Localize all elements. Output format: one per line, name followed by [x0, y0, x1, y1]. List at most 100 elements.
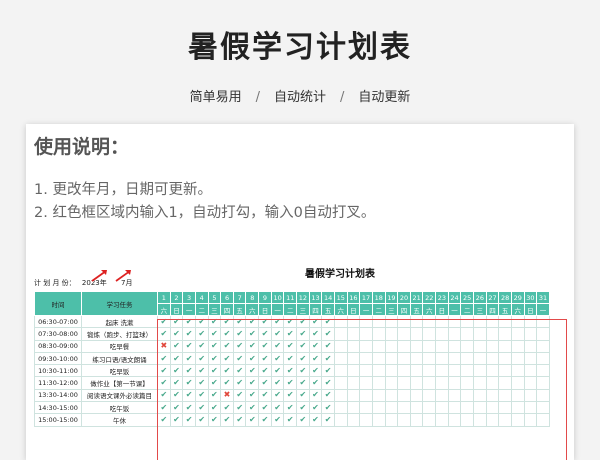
mark-cell[interactable]: ✔: [207, 351, 222, 366]
mark-cell[interactable]: ✔: [169, 413, 184, 427]
mark-cell[interactable]: [359, 388, 373, 403]
mark-cell[interactable]: ✔: [258, 364, 272, 378]
mark-cell[interactable]: [359, 413, 373, 427]
mark-cell[interactable]: [536, 339, 550, 353]
mark-cell[interactable]: [473, 413, 487, 427]
mark-cell[interactable]: [485, 314, 500, 329]
mark-cell[interactable]: [523, 339, 538, 353]
mark-cell[interactable]: [422, 413, 437, 427]
mark-cell[interactable]: [447, 401, 462, 415]
mark-cell[interactable]: [359, 314, 373, 329]
mark-cell[interactable]: ✔: [157, 314, 171, 329]
mark-cell[interactable]: ✔: [194, 364, 209, 378]
mark-cell[interactable]: [422, 351, 437, 366]
mark-cell[interactable]: [371, 364, 386, 378]
mark-cell[interactable]: ✔: [169, 351, 184, 366]
mark-cell[interactable]: ✔: [258, 339, 272, 353]
mark-cell[interactable]: ✔: [296, 339, 310, 353]
mark-cell[interactable]: [397, 376, 411, 390]
mark-cell[interactable]: [371, 413, 386, 427]
mark-cell[interactable]: ✔: [220, 413, 234, 427]
mark-cell[interactable]: ✔: [220, 364, 234, 378]
mark-cell[interactable]: [409, 351, 424, 366]
mark-cell[interactable]: ✔: [270, 327, 285, 341]
mark-cell[interactable]: [536, 413, 550, 427]
mark-cell[interactable]: [371, 401, 386, 415]
mark-cell[interactable]: [371, 314, 386, 329]
mark-cell[interactable]: [510, 339, 525, 353]
mark-cell[interactable]: ✔: [245, 314, 260, 329]
mark-cell[interactable]: ✔: [245, 413, 260, 427]
mark-cell[interactable]: ✔: [245, 339, 260, 353]
mark-cell[interactable]: ✔: [232, 401, 247, 415]
mark-cell[interactable]: ✔: [207, 314, 222, 329]
mark-cell[interactable]: [447, 351, 462, 366]
mark-cell[interactable]: ✔: [169, 314, 184, 329]
mark-cell[interactable]: ✔: [296, 327, 310, 341]
mark-cell[interactable]: ✔: [258, 327, 272, 341]
mark-cell[interactable]: [435, 327, 449, 341]
mark-cell[interactable]: [435, 413, 449, 427]
mark-cell[interactable]: [510, 364, 525, 378]
mark-cell[interactable]: ✔: [182, 339, 196, 353]
mark-cell[interactable]: ✔: [182, 413, 196, 427]
mark-cell[interactable]: ✔: [194, 413, 209, 427]
mark-cell[interactable]: [498, 364, 512, 378]
mark-cell[interactable]: ✔: [308, 364, 323, 378]
mark-cell[interactable]: [397, 413, 411, 427]
mark-cell[interactable]: [536, 376, 550, 390]
mark-cell[interactable]: ✔: [245, 364, 260, 378]
mark-cell[interactable]: ✔: [169, 339, 184, 353]
mark-cell[interactable]: [498, 314, 512, 329]
mark-cell[interactable]: ✔: [321, 327, 335, 341]
mark-cell[interactable]: ✔: [207, 413, 222, 427]
mark-cell[interactable]: [510, 388, 525, 403]
mark-cell[interactable]: [536, 327, 550, 341]
mark-cell[interactable]: ✔: [182, 376, 196, 390]
mark-cell[interactable]: ✔: [296, 376, 310, 390]
mark-cell[interactable]: [523, 364, 538, 378]
mark-cell[interactable]: [384, 339, 399, 353]
mark-cell[interactable]: [346, 388, 361, 403]
mark-cell[interactable]: [435, 351, 449, 366]
mark-cell[interactable]: [460, 314, 475, 329]
mark-cell[interactable]: ✔: [169, 388, 184, 403]
mark-cell[interactable]: ✔: [283, 401, 298, 415]
mark-cell[interactable]: ✔: [232, 376, 247, 390]
mark-cell[interactable]: ✔: [232, 351, 247, 366]
mark-cell[interactable]: [510, 376, 525, 390]
mark-cell[interactable]: ✔: [283, 413, 298, 427]
mark-cell[interactable]: [371, 376, 386, 390]
mark-cell[interactable]: [359, 401, 373, 415]
mark-cell[interactable]: ✔: [157, 401, 171, 415]
mark-cell[interactable]: [409, 339, 424, 353]
mark-cell[interactable]: ✔: [308, 376, 323, 390]
mark-cell[interactable]: ✔: [270, 376, 285, 390]
mark-cell[interactable]: [422, 401, 437, 415]
mark-cell[interactable]: ✔: [220, 401, 234, 415]
mark-cell[interactable]: ✔: [321, 314, 335, 329]
mark-cell[interactable]: ✔: [270, 413, 285, 427]
mark-cell[interactable]: [359, 351, 373, 366]
mark-cell[interactable]: [397, 401, 411, 415]
mark-cell[interactable]: ✔: [308, 351, 323, 366]
mark-cell[interactable]: [333, 351, 348, 366]
mark-cell[interactable]: [346, 401, 361, 415]
mark-cell[interactable]: [397, 327, 411, 341]
mark-cell[interactable]: [498, 376, 512, 390]
mark-cell[interactable]: ✔: [270, 364, 285, 378]
mark-cell[interactable]: [498, 351, 512, 366]
mark-cell[interactable]: ✔: [220, 351, 234, 366]
mark-cell[interactable]: [333, 314, 348, 329]
mark-cell[interactable]: ✔: [182, 388, 196, 403]
mark-cell[interactable]: [536, 351, 550, 366]
mark-cell[interactable]: [422, 364, 437, 378]
mark-cell[interactable]: [435, 364, 449, 378]
mark-cell[interactable]: ✔: [245, 388, 260, 403]
mark-cell[interactable]: ✔: [207, 327, 222, 341]
mark-cell[interactable]: [384, 388, 399, 403]
mark-cell[interactable]: [473, 376, 487, 390]
mark-cell[interactable]: ✔: [207, 339, 222, 353]
mark-cell[interactable]: ✔: [321, 413, 335, 427]
mark-cell[interactable]: ✔: [321, 351, 335, 366]
